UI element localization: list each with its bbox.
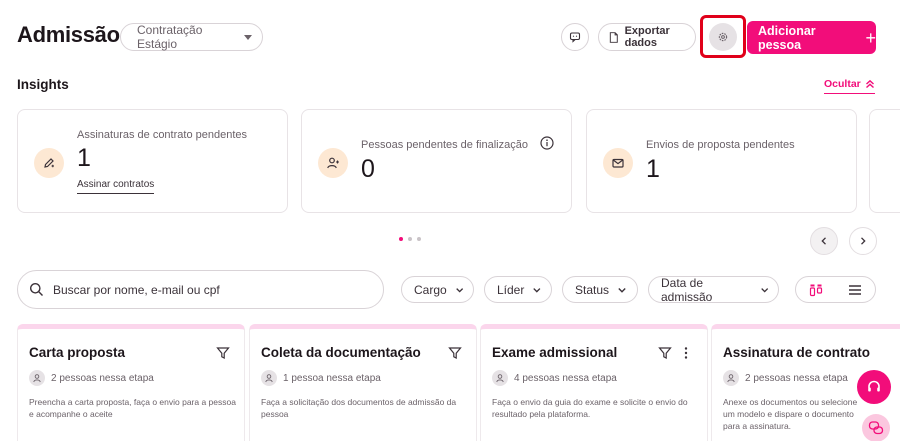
column-description: Anexe os documentos ou selecione um mode…: [723, 397, 858, 431]
insight-card-pending-people: Pessoas pendentes de finalização 0: [301, 109, 572, 213]
insights-title: Insights: [17, 77, 69, 92]
kanban-view-button[interactable]: [796, 277, 836, 302]
column-count-label: 4 pessoas nessa etapa: [514, 372, 617, 384]
chevron-down-icon: [618, 287, 626, 293]
kanban-column-exame-admissional: Exame admissional 4 pessoas nessa etapa …: [480, 324, 708, 441]
column-count: 1 pessoa nessa etapa: [261, 370, 381, 386]
hide-insights-link[interactable]: Ocultar: [824, 78, 875, 94]
person-icon: [29, 370, 45, 386]
search-input[interactable]: Buscar por nome, e-mail ou cpf: [17, 270, 384, 309]
export-data-button[interactable]: Exportar dados: [598, 23, 696, 51]
column-count: 2 pessoas nessa etapa: [29, 370, 154, 386]
insight-value: 0: [361, 155, 375, 183]
column-description: Preencha a carta proposta, faça o envio …: [29, 397, 236, 419]
filter-icon[interactable]: [216, 346, 230, 360]
insight-card-contracts: Assinaturas de contrato pendentes 1 Assi…: [17, 109, 288, 213]
search-icon: [30, 283, 43, 296]
column-title: Exame admissional: [492, 345, 618, 360]
headset-icon: [868, 380, 880, 392]
settings-button[interactable]: [709, 23, 737, 51]
filter-status[interactable]: Status: [562, 276, 638, 303]
hide-insights-label: Ocultar: [824, 78, 861, 90]
view-toggle: [795, 276, 876, 303]
column-title: Carta proposta: [29, 345, 126, 360]
user-plus-icon: [318, 148, 348, 178]
column-description: Faça a solicitação dos documentos de adm…: [261, 397, 457, 419]
column-count: 2 pessoas nessa etapa: [723, 370, 848, 386]
chat-icon: [569, 32, 581, 43]
filter-label: Cargo: [414, 282, 447, 297]
insight-label: Envios de proposta pendentes: [646, 139, 795, 151]
envelope-icon: [603, 148, 633, 178]
column-description: Faça o envio da guia do exame e solicite…: [492, 397, 688, 419]
process-select-value: Contratação Estágio: [137, 23, 203, 51]
add-person-label: Adicionar pessoa: [758, 23, 816, 52]
carousel-prev-button[interactable]: [810, 227, 838, 255]
carousel-dot[interactable]: [408, 237, 412, 241]
carousel-next-button[interactable]: [849, 227, 877, 255]
column-count: 4 pessoas nessa etapa: [492, 370, 617, 386]
filter-label: Data de admissão: [661, 275, 713, 304]
chevron-down-icon: [455, 287, 463, 293]
insight-card-partial: [869, 109, 900, 213]
info-icon[interactable]: [540, 136, 554, 150]
help-fab-button[interactable]: [857, 370, 891, 404]
sign-contracts-link[interactable]: Assinar contratos: [77, 179, 155, 194]
list-view-button[interactable]: [836, 277, 876, 302]
insight-value: 1: [646, 155, 660, 183]
kanban-column-carta-proposta: Carta proposta 2 pessoas nessa etapa Pre…: [17, 324, 245, 441]
insight-card-proposals: Envios de proposta pendentes 1: [586, 109, 857, 213]
carousel-dot[interactable]: [417, 237, 421, 241]
chevron-down-icon: [533, 287, 541, 293]
insight-label: Pessoas pendentes de finalização: [361, 139, 528, 151]
caret-down-icon: [244, 34, 252, 40]
carousel-dots: [399, 237, 421, 241]
carousel-dot[interactable]: [399, 237, 403, 241]
filter-icon[interactable]: [448, 346, 462, 360]
pen-icon: [34, 148, 64, 178]
chevron-down-icon: [760, 287, 768, 293]
column-count-label: 2 pessoas nessa etapa: [745, 372, 848, 384]
process-select[interactable]: Contratação Estágio: [120, 23, 263, 51]
column-title: Assinatura de contrato: [723, 345, 871, 360]
column-count-label: 2 pessoas nessa etapa: [51, 372, 154, 384]
search-placeholder: Buscar por nome, e-mail ou cpf: [53, 282, 220, 297]
chevrons-up-icon: [865, 79, 874, 89]
feedback-button[interactable]: [561, 23, 589, 51]
person-icon: [261, 370, 277, 386]
document-icon: [609, 31, 618, 43]
more-vertical-icon[interactable]: [679, 346, 693, 360]
export-data-label: Exportar dados: [624, 25, 670, 49]
kanban-column-coleta-documentacao: Coleta da documentação 1 pessoa nessa et…: [249, 324, 477, 441]
list-icon: [849, 284, 862, 295]
chevron-right-icon: [861, 237, 866, 245]
person-icon: [723, 370, 739, 386]
kanban-icon: [809, 284, 822, 296]
add-person-button[interactable]: Adicionar pessoa +: [747, 21, 876, 54]
filter-data-admissao[interactable]: Data de admissão: [648, 275, 779, 304]
column-title: Coleta da documentação: [261, 345, 421, 360]
speech-bubbles-icon: [868, 421, 884, 435]
plus-icon: +: [865, 27, 876, 48]
insight-label: Assinaturas de contrato pendentes: [77, 129, 248, 141]
filter-lider[interactable]: Líder: [484, 276, 552, 303]
filter-label: Líder: [497, 282, 525, 297]
filter-cargo[interactable]: Cargo: [401, 276, 474, 303]
column-count-label: 1 pessoa nessa etapa: [283, 372, 381, 384]
filter-label: Status: [575, 282, 610, 297]
page-title: Admissão: [17, 22, 120, 47]
insight-value: 1: [77, 144, 91, 172]
filter-icon[interactable]: [658, 346, 672, 360]
person-icon: [492, 370, 508, 386]
gear-icon: [718, 32, 728, 42]
chat-fab-button[interactable]: [862, 414, 890, 441]
chevron-left-icon: [821, 237, 826, 245]
